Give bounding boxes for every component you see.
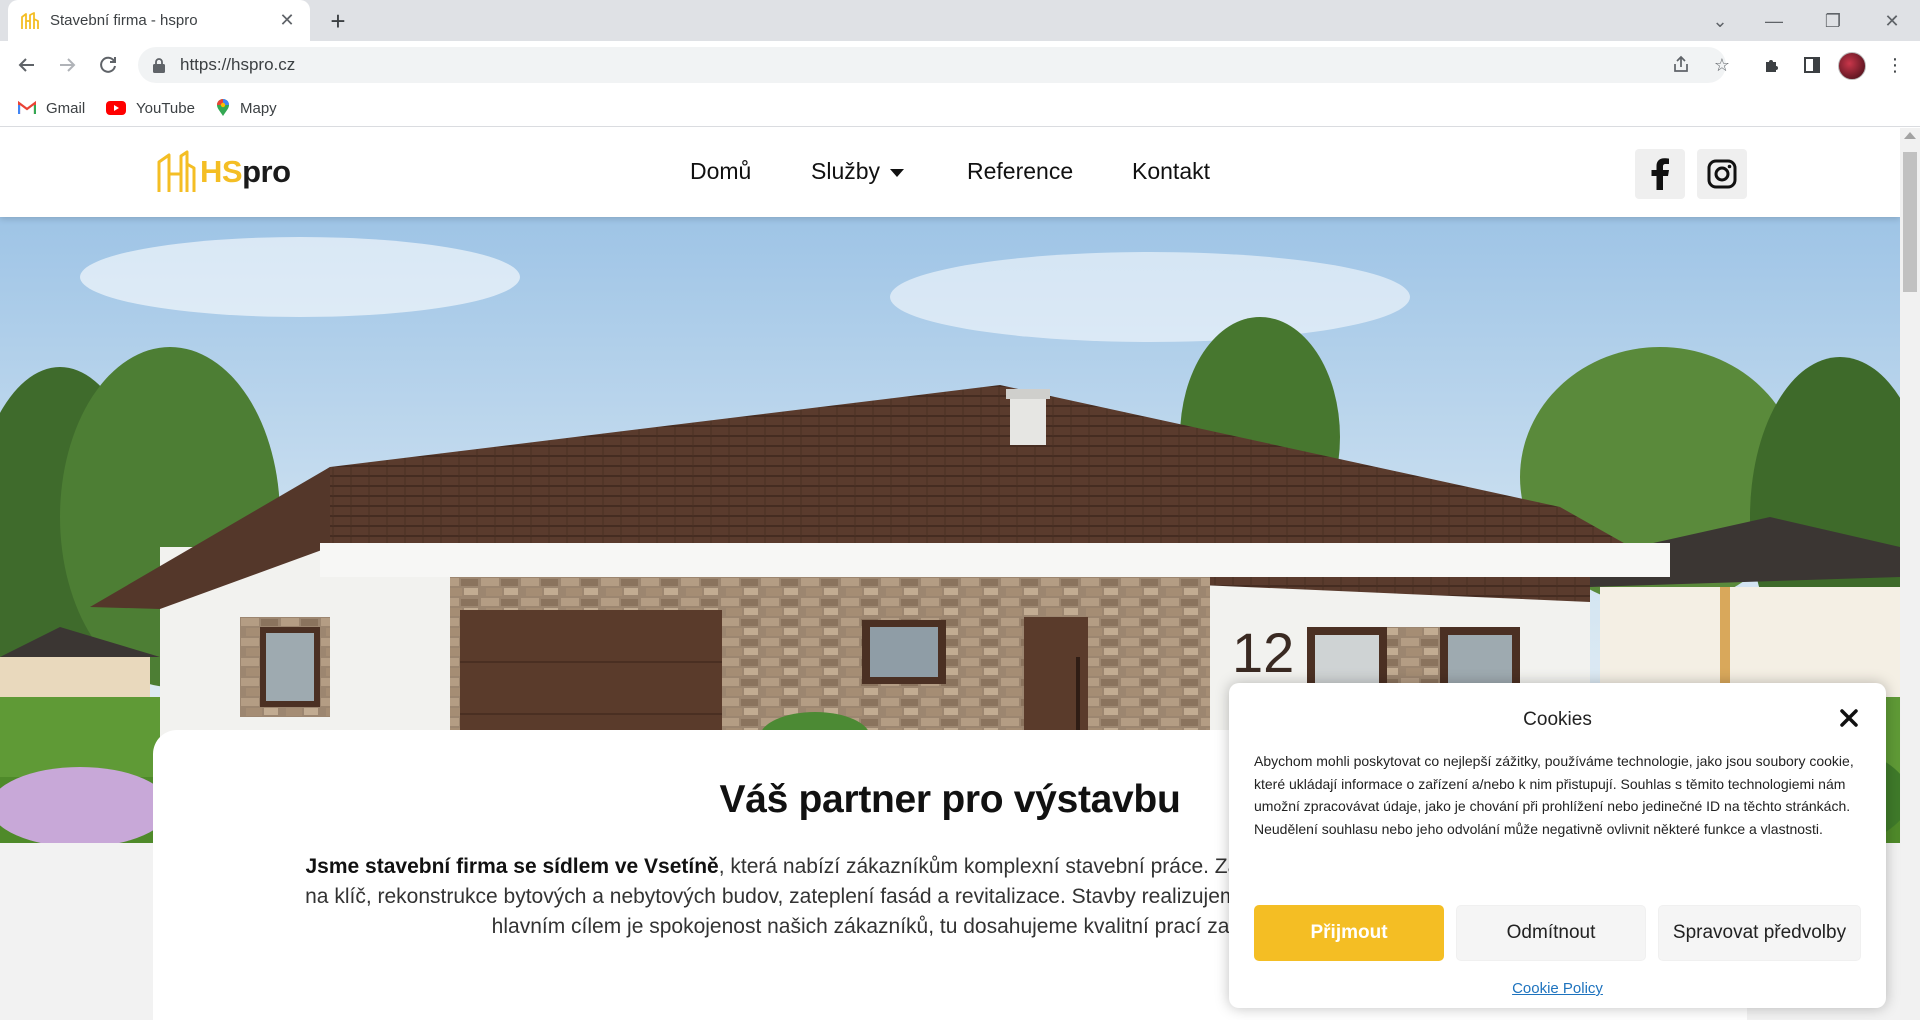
site-logo[interactable]: HSpro [156, 150, 291, 194]
url-text: https://hspro.cz [180, 55, 296, 74]
nav-domu[interactable]: Domů [690, 158, 751, 185]
back-arrow-icon [18, 58, 34, 72]
extensions-icon[interactable] [1757, 50, 1787, 80]
reload-icon [100, 56, 116, 73]
reload-button[interactable] [93, 50, 123, 80]
instagram-icon [1707, 159, 1737, 189]
browser-menu-icon[interactable]: ⋮ [1880, 50, 1910, 80]
deny-cookies-button[interactable]: Odmítnout [1456, 905, 1646, 961]
browser-toolbar: https://hspro.cz ☆ ⋮ [0, 41, 1920, 89]
cookie-title: Cookies [1523, 709, 1592, 730]
share-icon[interactable] [1666, 50, 1696, 80]
cookie-policy-link[interactable]: Cookie Policy [1229, 980, 1886, 997]
tab-strip: Stavební firma - hspro ✕ + ⌄ — ❐ ✕ [0, 0, 1920, 41]
side-panel-icon[interactable] [1797, 50, 1827, 80]
tab-close-icon[interactable]: ✕ [276, 10, 298, 31]
facebook-icon [1651, 158, 1669, 190]
house-number: 12 [1232, 621, 1294, 684]
browser-tab[interactable]: Stavební firma - hspro ✕ [8, 0, 310, 41]
bookmark-youtube[interactable]: YouTube [106, 97, 195, 119]
logo-text: HSpro [200, 154, 291, 189]
cookie-description: Abychom mohli poskytovat co nejlepší záž… [1254, 753, 1854, 837]
intro-bold-lead: Jsme stavební firma se sídlem ve Vsetíně [305, 855, 719, 878]
gmail-icon [18, 100, 36, 114]
accept-cookies-button[interactable]: Přijmout [1254, 905, 1444, 961]
bookmark-mapy[interactable]: Mapy [216, 97, 277, 119]
maps-pin-icon [217, 99, 229, 116]
youtube-icon [106, 101, 126, 115]
back-button[interactable] [12, 50, 42, 80]
minimize-button[interactable]: — [1754, 6, 1794, 36]
nav-kontakt[interactable]: Kontakt [1132, 158, 1210, 185]
bookmark-label: YouTube [136, 99, 195, 117]
caret-down-icon [890, 168, 905, 177]
scroll-up-icon[interactable] [1904, 132, 1916, 139]
profile-avatar[interactable] [1838, 52, 1866, 80]
restore-button[interactable]: ❐ [1813, 6, 1853, 36]
close-window-button[interactable]: ✕ [1872, 6, 1912, 36]
cookie-consent-dialog: Cookies Abychom mohli poskytovat co nejl… [1229, 683, 1886, 1008]
address-bar[interactable]: https://hspro.cz [138, 47, 1726, 83]
tab-search-icon[interactable]: ⌄ [1700, 6, 1740, 36]
new-tab-button[interactable]: + [323, 6, 353, 36]
bookmarks-bar: Gmail YouTube Mapy [0, 89, 1920, 127]
site-header: HSpro Domů Služby Reference Kontakt [0, 128, 1900, 217]
hspro-favicon-icon [21, 11, 39, 29]
nav-sluzby-label: Služby [811, 158, 881, 184]
website-viewport: HSpro Domů Služby Reference Kontakt 12 V… [0, 128, 1920, 1020]
scrollbar-thumb[interactable] [1903, 152, 1917, 292]
tab-title: Stavební firma - hspro [50, 12, 198, 29]
instagram-link[interactable] [1697, 149, 1747, 199]
manage-preferences-button[interactable]: Spravovat předvolby [1658, 905, 1861, 961]
nav-reference[interactable]: Reference [967, 158, 1073, 185]
hspro-logo-mark-icon [157, 150, 196, 192]
bookmark-label: Gmail [46, 99, 86, 117]
forward-arrow-icon [60, 58, 76, 72]
bookmark-label: Mapy [240, 99, 277, 117]
facebook-link[interactable] [1635, 149, 1685, 199]
lock-icon [153, 58, 165, 73]
nav-sluzby[interactable]: Služby [811, 158, 905, 185]
bookmark-star-icon[interactable]: ☆ [1707, 50, 1737, 80]
forward-button[interactable] [52, 50, 82, 80]
close-icon[interactable] [1834, 703, 1864, 733]
bookmark-gmail[interactable]: Gmail [18, 97, 85, 119]
